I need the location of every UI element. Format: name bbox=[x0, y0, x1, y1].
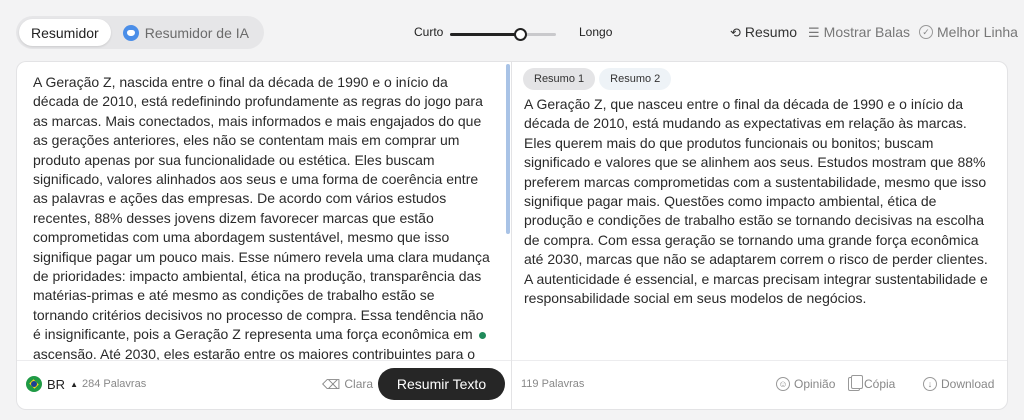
caret-up-icon: ▲ bbox=[70, 379, 78, 389]
top-toolbar: Resumidor Resumidor de IA Curto Longo ⟲ … bbox=[0, 0, 1024, 60]
language-code: BR bbox=[47, 376, 66, 392]
download-icon: ↓ bbox=[923, 377, 937, 391]
brazil-flag-icon bbox=[26, 376, 42, 392]
text-cursor-marker bbox=[479, 332, 486, 339]
output-panel: Resumo 1 Resumo 2 A Geração Z, que nasce… bbox=[511, 61, 1008, 410]
list-icon: ☰ bbox=[808, 24, 820, 40]
input-footer-divider bbox=[17, 360, 512, 361]
length-slider[interactable] bbox=[450, 28, 556, 41]
language-selector[interactable]: BR ▲ bbox=[26, 376, 78, 392]
input-text-area[interactable]: A Geração Z, nascida entre o final da dé… bbox=[33, 73, 491, 361]
mode-summarizer-label: Resumidor bbox=[31, 24, 99, 41]
summarize-button[interactable]: Resumir Texto bbox=[378, 368, 505, 400]
smiley-icon: ☺ bbox=[776, 377, 790, 391]
show-bullets-button[interactable]: ☰ Mostrar Balas bbox=[808, 24, 910, 40]
mode-switcher: Resumidor Resumidor de IA bbox=[16, 16, 264, 49]
mode-ai-summarizer-tab[interactable]: Resumidor de IA bbox=[111, 19, 261, 46]
ai-bot-icon bbox=[122, 24, 139, 41]
eraser-icon: ⌫ bbox=[322, 376, 341, 392]
output-word-count: 119 Palavras bbox=[521, 378, 585, 390]
length-short-label: Curto bbox=[414, 25, 444, 39]
length-long-label: Longo bbox=[579, 25, 613, 39]
copy-button[interactable]: Cópia bbox=[848, 375, 896, 391]
mode-summarizer-tab[interactable]: Resumidor bbox=[19, 19, 111, 46]
tab-summary-2[interactable]: Resumo 2 bbox=[599, 68, 672, 90]
length-slider-fill bbox=[450, 33, 520, 36]
download-button[interactable]: ↓ Download bbox=[923, 377, 994, 391]
opinion-label: Opinião bbox=[794, 377, 836, 391]
best-line-button[interactable]: ✓ Melhor Linha bbox=[919, 24, 1018, 40]
check-circle-icon: ✓ bbox=[919, 25, 933, 39]
tab-summary-1[interactable]: Resumo 1 bbox=[523, 68, 596, 90]
show-bullets-label: Mostrar Balas bbox=[823, 24, 911, 40]
opinion-button[interactable]: ☺ Opinião bbox=[776, 377, 835, 391]
length-slider-thumb[interactable] bbox=[513, 28, 527, 41]
copy-icon bbox=[848, 375, 863, 391]
refresh-summary-icon: ⟲ bbox=[730, 24, 741, 40]
summary-mode-button[interactable]: ⟲ Resumo bbox=[730, 24, 797, 40]
output-footer-divider bbox=[512, 360, 1007, 361]
summary-mode-label: Resumo bbox=[744, 24, 798, 40]
copy-label: Cópia bbox=[864, 377, 896, 391]
download-label: Download bbox=[941, 377, 995, 391]
summary-tabs: Resumo 1 Resumo 2 bbox=[523, 68, 672, 90]
input-scrollbar[interactable] bbox=[506, 64, 510, 234]
clear-button[interactable]: ⌫ Clara bbox=[322, 377, 373, 391]
mode-ai-summarizer-label: Resumidor de IA bbox=[144, 24, 249, 41]
best-line-label: Melhor Linha bbox=[937, 24, 1018, 40]
input-panel: A Geração Z, nascida entre o final da dé… bbox=[16, 61, 512, 410]
summary-output-text: A Geração Z, que nasceu entre o final da… bbox=[524, 96, 988, 307]
clear-label: Clara bbox=[344, 377, 374, 391]
input-word-count: 284 Palavras bbox=[82, 378, 147, 390]
